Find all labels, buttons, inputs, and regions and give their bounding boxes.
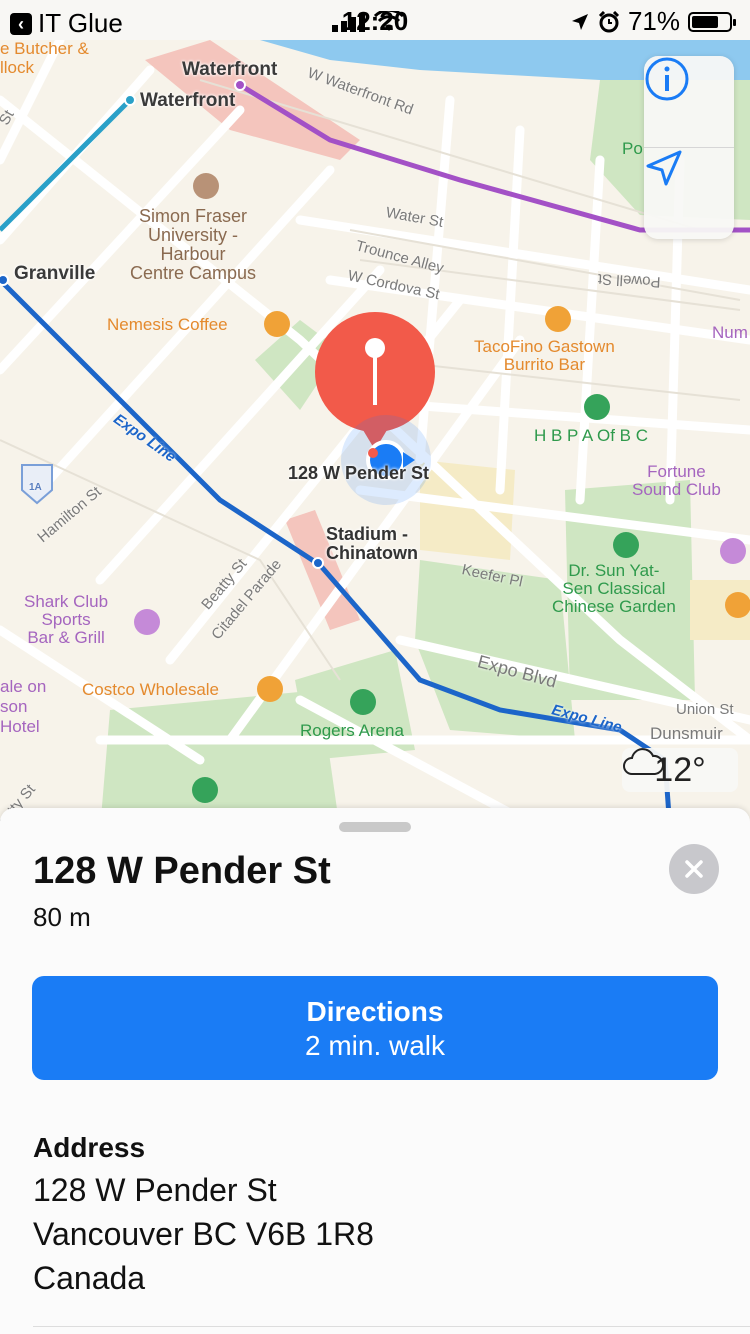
nightlife-icon — [720, 538, 746, 564]
address-line-1[interactable]: 128 W Pender St — [33, 1172, 277, 1209]
map-label-dunsmuir: Dunsmuir — [650, 724, 723, 743]
map-label-num: Num — [712, 323, 748, 342]
education-icon — [193, 173, 219, 199]
map-label-butcher: e Butcher & — [0, 40, 89, 58]
station-dot — [0, 274, 9, 286]
map-label-tacofino: TacoFino Gastown Burrito Bar — [474, 337, 615, 374]
directions-button[interactable]: Directions 2 min. walk — [32, 976, 718, 1080]
station-dot — [234, 79, 246, 91]
map-label-powell-st: Powell St — [597, 270, 661, 291]
directions-label: Directions — [306, 996, 444, 1027]
weather-badge: 12° — [622, 748, 738, 792]
signal-icon — [331, 12, 365, 32]
map-label-granville: Granville — [14, 263, 96, 284]
map-label-lock: llock — [0, 58, 35, 77]
map-label-hbpa: H B P A Of B C — [534, 426, 649, 445]
place-distance: 80 m — [33, 902, 91, 932]
map-label-waterfront-station: Waterfront — [140, 90, 236, 111]
map-label-rogers-arena: Rogers Arena — [300, 721, 404, 740]
map-label-pin-street: 128 W Pender St — [288, 463, 430, 483]
stadium-icon — [192, 777, 218, 803]
map-label-po: Po — [622, 139, 643, 158]
map-label-ale-on: ale on — [0, 677, 47, 696]
map-label-costco: Costco Wholesale — [82, 680, 220, 699]
location-arrow-icon — [646, 150, 682, 186]
restaurant-icon — [545, 306, 571, 332]
sheet-grabber[interactable] — [339, 822, 411, 832]
wifi-icon — [373, 10, 404, 31]
map-label-stadium-chinatown: Stadium - Chinatown — [326, 524, 418, 563]
map-label-son: son — [0, 697, 28, 716]
divider — [33, 1326, 750, 1327]
map-label-shark-club: Shark Club Sports Bar & Grill — [24, 592, 109, 647]
alarm-icon — [598, 10, 620, 32]
shopping-icon — [257, 676, 283, 702]
map-label-union-st: Union St — [676, 701, 734, 718]
map-label-hotel: Hotel — [0, 717, 40, 736]
map-label-simon-fraser: Simon Fraser University - Harbour Centre… — [130, 206, 257, 283]
stadium-icon — [584, 394, 610, 420]
close-icon — [685, 860, 703, 878]
shopping-icon — [725, 592, 750, 618]
cloud-icon — [623, 748, 664, 775]
map-info-button[interactable] — [644, 56, 734, 146]
bar-icon — [134, 609, 160, 635]
address-line-3[interactable]: Canada — [33, 1260, 145, 1297]
map-label-fortune: Fortune Sound Club — [632, 462, 721, 499]
map-label-nemesis: Nemesis Coffee — [107, 315, 228, 334]
map-view[interactable]: e Butcher & llock Waterfront Waterfront … — [0, 40, 750, 830]
address-heading: Address — [33, 1132, 146, 1163]
status-right: 71% — [331, 6, 736, 37]
address-line-2[interactable]: Vancouver BC V6B 1R8 — [33, 1216, 374, 1253]
status-bar: ‹ IT Glue 12:20 71% — [0, 0, 750, 40]
battery-percent: 71% — [627, 6, 680, 36]
coffee-icon — [264, 311, 290, 337]
close-button[interactable] — [669, 844, 719, 894]
map-controls — [644, 56, 734, 239]
stadium-icon — [350, 689, 376, 715]
current-location-button[interactable] — [644, 148, 734, 238]
battery-level-fill — [692, 15, 718, 28]
place-title: 128 W Pender St — [33, 850, 331, 892]
park-icon — [613, 532, 639, 558]
map-label-sun-yat-sen: Dr. Sun Yat- Sen Classical Chinese Garde… — [552, 561, 676, 616]
route-shield-label: 1A — [29, 482, 42, 493]
station-dot — [312, 557, 324, 569]
place-card: 128 W Pender St 80 m Directions 2 min. w… — [0, 808, 750, 1334]
info-icon — [645, 57, 689, 101]
map-label-waterfront-top: Waterfront — [182, 59, 278, 80]
station-dot — [124, 94, 136, 106]
battery-icon — [688, 11, 736, 32]
location-arrow-icon — [571, 13, 588, 30]
directions-eta: 2 min. walk — [304, 1030, 446, 1061]
